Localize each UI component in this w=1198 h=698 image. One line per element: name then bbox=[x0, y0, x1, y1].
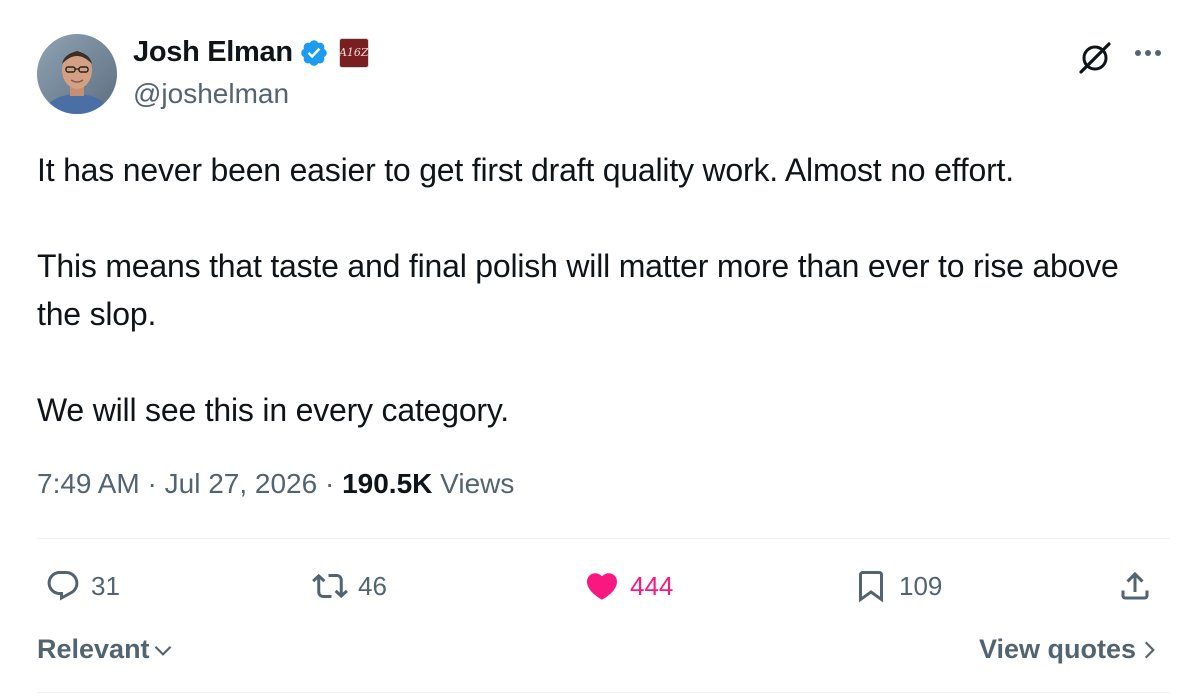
bookmark-button[interactable]: 109 bbox=[853, 558, 942, 614]
chevron-right-icon bbox=[1144, 641, 1155, 658]
divider bbox=[37, 692, 1170, 693]
tweet-paragraph: This means that taste and final polish w… bbox=[37, 248, 1119, 332]
tweet-time[interactable]: 7:49 AM bbox=[37, 468, 140, 499]
view-quotes-label: View quotes bbox=[978, 634, 1136, 664]
divider bbox=[37, 538, 1170, 539]
bookmark-count: 109 bbox=[899, 570, 943, 601]
reply-count: 31 bbox=[91, 570, 120, 601]
bookmark-icon bbox=[859, 571, 883, 603]
author-row: Josh Elman A16Z bbox=[133, 36, 369, 69]
reply-icon bbox=[47, 571, 79, 601]
tweet-card: Josh Elman A16Z @joshelman It has never … bbox=[0, 0, 1198, 698]
repost-count: 46 bbox=[358, 570, 387, 601]
heart-filled-icon bbox=[586, 573, 618, 600]
tweet-text: It has never been easier to get first dr… bbox=[37, 146, 1162, 434]
views-count: 190.5K bbox=[342, 468, 433, 499]
share-button[interactable] bbox=[1117, 558, 1153, 614]
sort-relevant-dropdown[interactable]: Relevant bbox=[37, 634, 176, 665]
affiliate-badge-icon[interactable]: A16Z bbox=[338, 37, 369, 68]
meta-separator: · bbox=[324, 468, 335, 499]
action-bar: 31 46 444 109 bbox=[37, 558, 1170, 614]
verified-badge-icon[interactable] bbox=[299, 38, 329, 68]
author-name[interactable]: Josh Elman bbox=[133, 36, 293, 69]
more-options-icon[interactable] bbox=[1128, 38, 1168, 68]
tweet-paragraph: It has never been easier to get first dr… bbox=[37, 152, 1014, 188]
sort-label: Relevant bbox=[37, 634, 150, 664]
tweet-paragraph: We will see this in every category. bbox=[37, 392, 510, 428]
like-button[interactable]: 444 bbox=[584, 558, 673, 614]
like-count: 444 bbox=[630, 570, 674, 601]
tweet-meta: 7:49 AM · Jul 27, 2026 · 190.5K Views bbox=[37, 468, 514, 500]
grok-icon[interactable] bbox=[1075, 38, 1115, 78]
chevron-down-icon bbox=[154, 645, 171, 656]
share-icon bbox=[1121, 571, 1149, 600]
tweet-date[interactable]: Jul 27, 2026 bbox=[165, 468, 318, 499]
view-quotes-link[interactable]: View quotes bbox=[979, 634, 1162, 665]
repost-icon bbox=[312, 573, 348, 599]
avatar[interactable] bbox=[37, 34, 117, 114]
avatar-image bbox=[37, 34, 117, 114]
author-handle[interactable]: @joshelman bbox=[133, 78, 289, 110]
repost-button[interactable]: 46 bbox=[312, 558, 387, 614]
reply-button[interactable]: 31 bbox=[45, 558, 120, 614]
views-label: Views bbox=[440, 468, 515, 499]
meta-separator: · bbox=[147, 468, 157, 499]
